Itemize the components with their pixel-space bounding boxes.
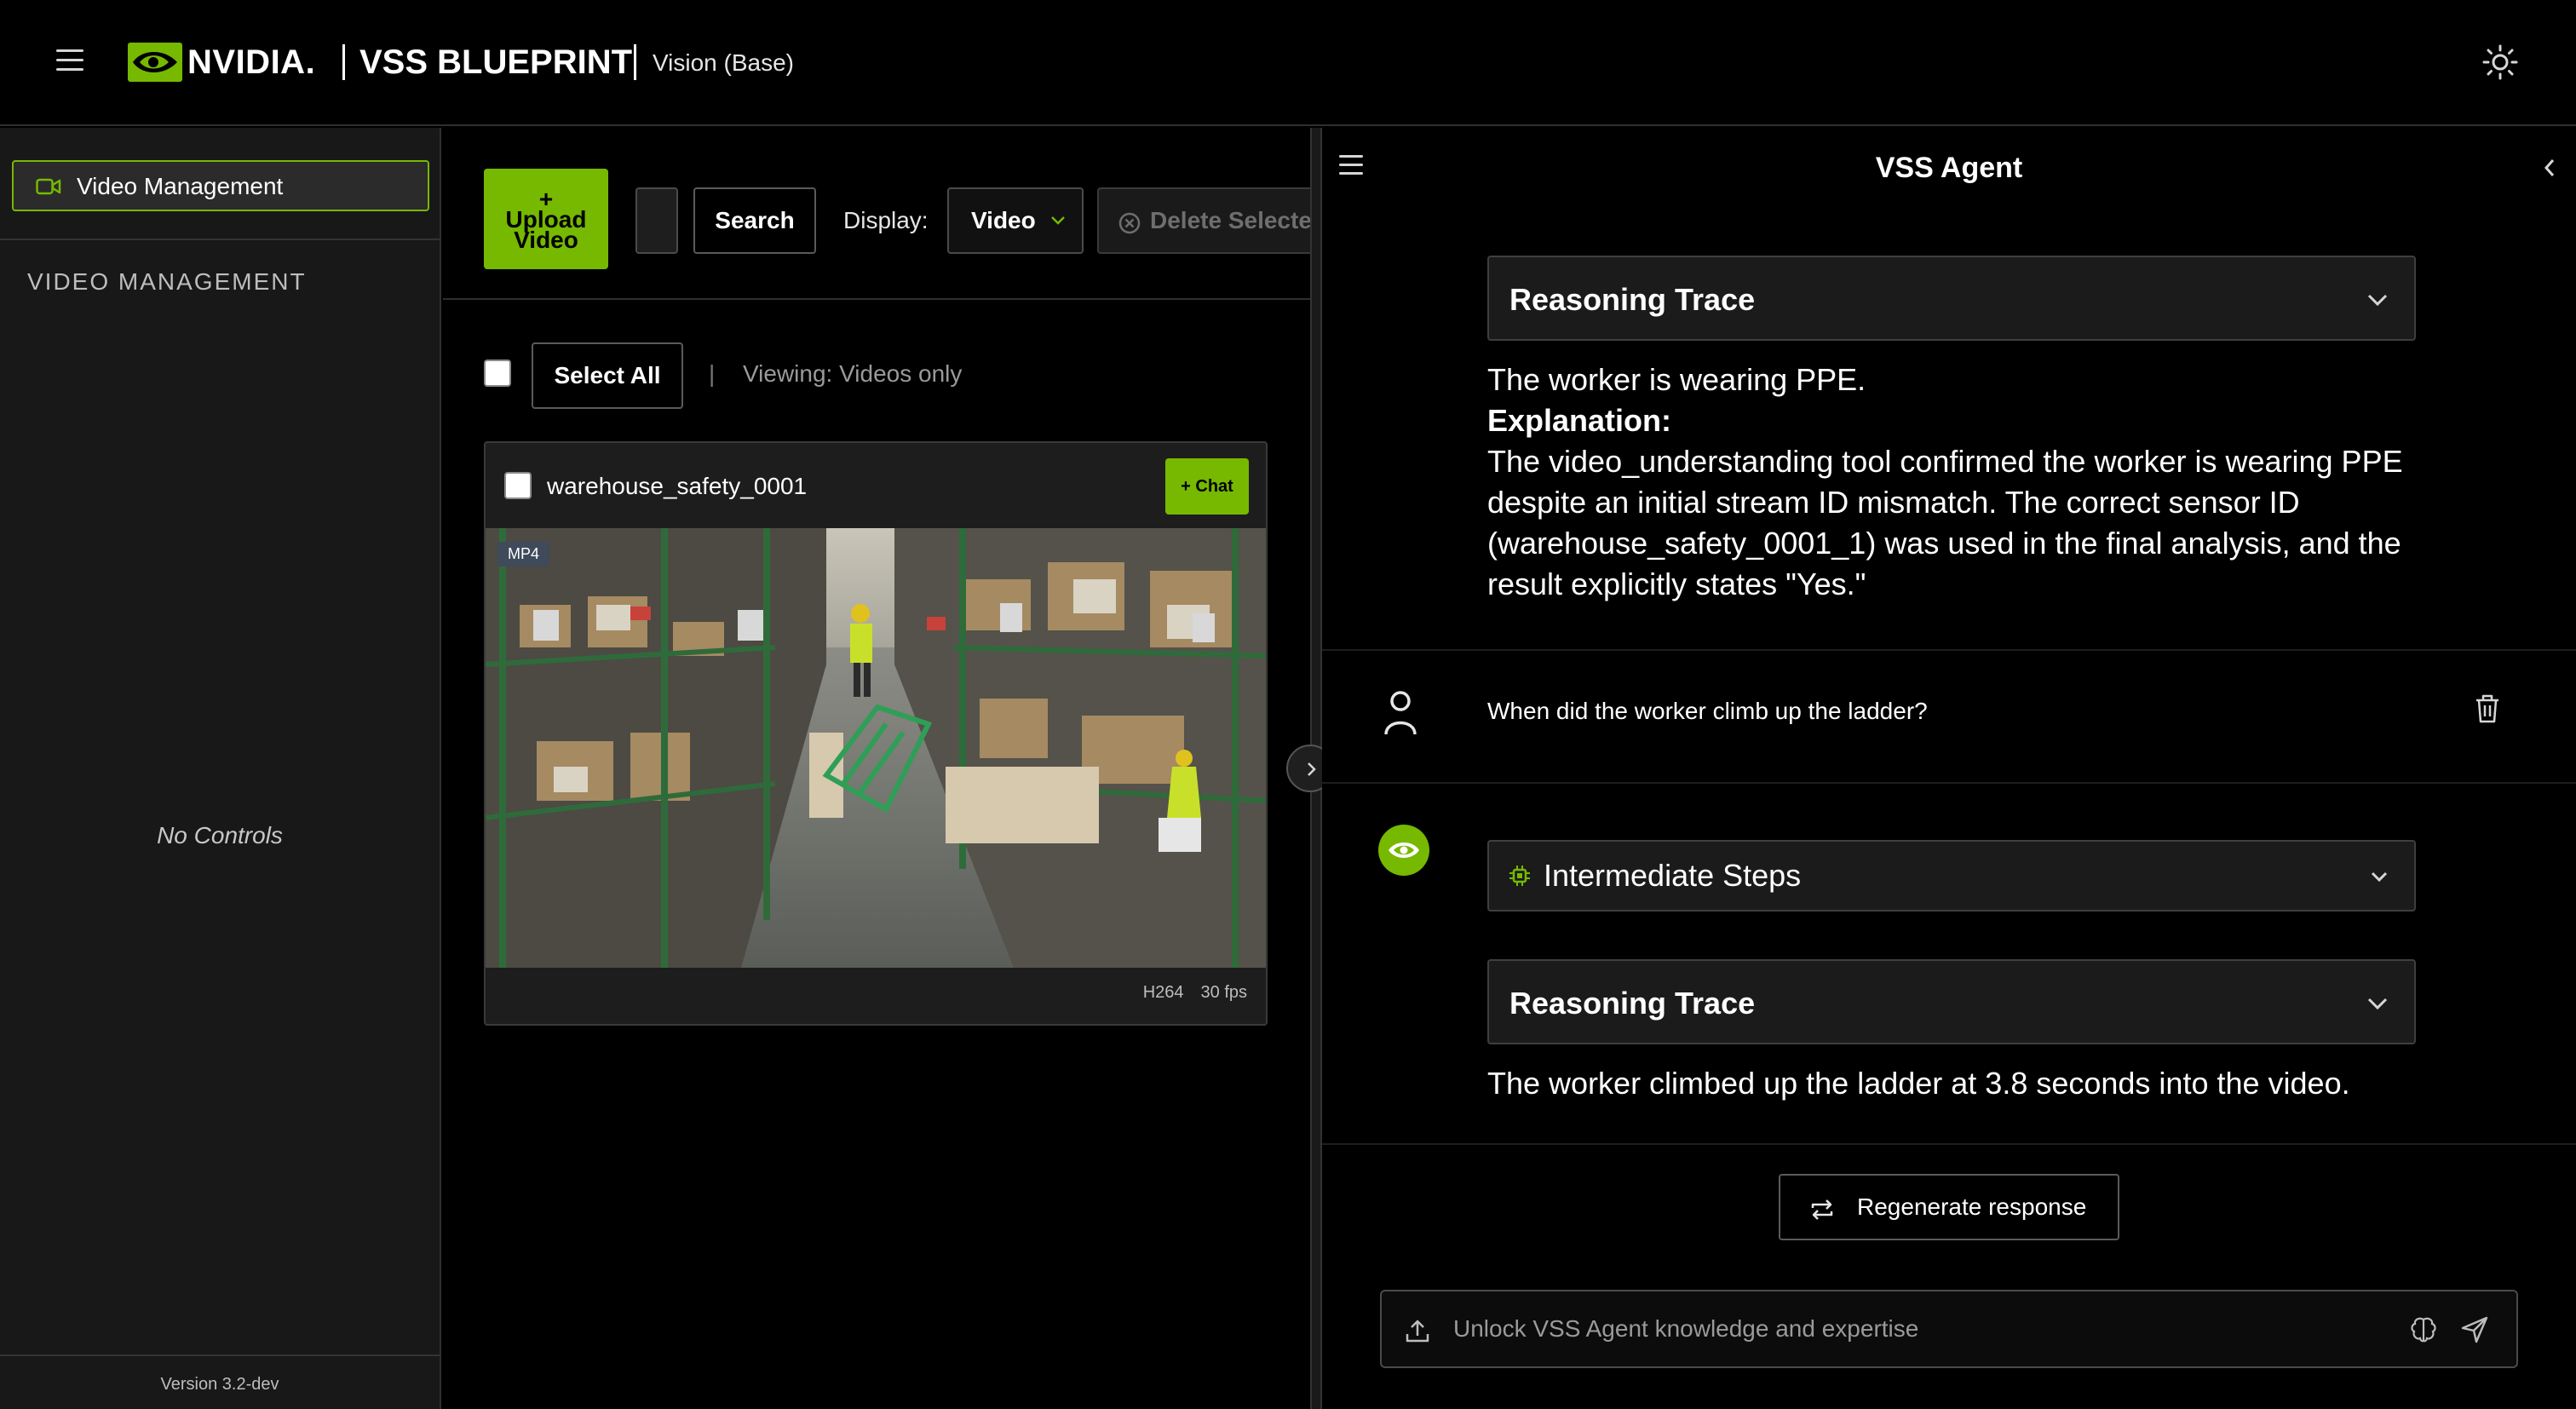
video-management-panel: + Upload Video Search Display: Video Del…	[443, 128, 1310, 1409]
nvidia-eye-icon	[1389, 843, 1419, 858]
chevron-down-icon	[2371, 871, 2388, 883]
hamburger-icon[interactable]	[56, 49, 83, 72]
brand-wordmark: NVIDIA.	[187, 43, 316, 81]
regenerate-response-button[interactable]: Regenerate response	[1779, 1174, 2119, 1240]
upload-label-line2: Video	[514, 227, 578, 253]
upload-video-button[interactable]: + Upload Video	[484, 169, 608, 269]
chevron-down-icon	[2367, 294, 2388, 307]
chevron-right-icon	[1308, 762, 1316, 776]
answer-explanation-body: The video_understanding tool confirmed t…	[1487, 444, 2403, 601]
chat-with-video-button[interactable]: + Chat	[1165, 458, 1249, 515]
chevron-down-icon	[1051, 216, 1065, 225]
send-icon[interactable]	[2460, 1315, 2489, 1344]
intermediate-steps-accordion[interactable]: Intermediate Steps	[1487, 840, 2416, 912]
user-icon	[1384, 691, 1417, 735]
delete-selected-label: Delete Selected	[1150, 207, 1310, 233]
video-card: warehouse_safety_0001 + Chat MP4 H264 30…	[484, 441, 1268, 1026]
select-all-checkbox[interactable]	[484, 359, 511, 387]
intermediate-steps-label: Intermediate Steps	[1544, 858, 1802, 893]
chat-input[interactable]	[1453, 1310, 2373, 1348]
sidebar-section-heading: VIDEO MANAGEMENT	[27, 268, 307, 295]
video-card-checkbox[interactable]	[504, 472, 532, 499]
assistant-avatar	[1378, 825, 1429, 876]
left-sidebar: Video Management VIDEO MANAGEMENT No Con…	[0, 128, 441, 1409]
warehouse-thumbnail-image	[486, 528, 1266, 968]
product-title: VSS BLUEPRINT	[359, 43, 633, 81]
agent-chat-panel: VSS Agent Reasoning Trace The worker is …	[1322, 128, 2576, 1409]
display-select-value: Video	[971, 207, 1036, 233]
delete-selected-button[interactable]: Delete Selected	[1097, 187, 1310, 254]
nvidia-eye-icon	[128, 43, 182, 82]
viewing-filter-text: Viewing: Videos only	[743, 360, 963, 387]
upload-icon[interactable]	[1404, 1317, 1431, 1344]
reasoning-trace-accordion[interactable]: Reasoning Trace	[1487, 959, 2416, 1044]
chip-icon	[1509, 866, 1530, 886]
reasoning-trace-label: Reasoning Trace	[1509, 282, 1756, 317]
video-meta: H264 30 fps	[1126, 983, 1247, 1003]
search-button[interactable]: Search	[693, 187, 816, 254]
x-circle-icon	[1118, 212, 1141, 234]
answer-explanation-heading: Explanation:	[1487, 403, 1672, 438]
video-thumbnail[interactable]: MP4	[486, 528, 1266, 968]
regenerate-response-label: Regenerate response	[1857, 1193, 2087, 1220]
message-divider	[1322, 649, 2576, 651]
nav-video-management[interactable]: Video Management	[12, 160, 429, 211]
answer-summary: The worker is wearing PPE.	[1487, 362, 1866, 397]
chevron-down-icon	[2367, 998, 2388, 1010]
display-label: Display:	[843, 207, 929, 233]
video-format-badge: MP4	[497, 542, 550, 566]
select-all-button[interactable]: Select All	[532, 342, 683, 409]
message-divider	[1322, 1143, 2576, 1145]
search-input[interactable]	[635, 187, 678, 254]
viewing-separator: |	[709, 360, 716, 387]
header-separator	[342, 44, 345, 80]
refresh-icon	[1811, 1199, 1833, 1220]
nav-video-management-label: Video Management	[77, 173, 284, 199]
camera-icon	[36, 178, 61, 195]
sidebar-divider	[0, 239, 440, 240]
version-label: Version 3.2-dev	[160, 1375, 279, 1394]
app-header: NVIDIA. VSS BLUEPRINT Vision (Base)	[0, 0, 2576, 126]
no-controls-text: No Controls	[157, 822, 283, 848]
chat-composer	[1380, 1290, 2518, 1368]
reasoning-trace-label: Reasoning Trace	[1509, 986, 1756, 1021]
toolbar-divider	[443, 298, 1310, 300]
brain-icon[interactable]	[2409, 1315, 2438, 1344]
reasoning-trace-accordion[interactable]: Reasoning Trace	[1487, 256, 2416, 341]
chevron-left-icon[interactable]	[2542, 157, 2557, 179]
video-fps: 30 fps	[1200, 983, 1247, 1002]
chat-title: VSS Agent	[1875, 152, 2023, 184]
video-card-title: warehouse_safety_0001	[547, 473, 808, 499]
user-message: When did the worker climb up the ladder?	[1487, 698, 1928, 724]
assistant-answer: The worker is wearing PPE. Explanation: …	[1487, 359, 2424, 605]
sun-icon[interactable]	[2482, 44, 2518, 80]
video-codec: H264	[1142, 983, 1184, 1002]
product-subtitle: Vision (Base)	[653, 49, 795, 76]
assistant-answer-2: The worker climbed up the ladder at 3.8 …	[1487, 1066, 2350, 1101]
trash-icon[interactable]	[2474, 693, 2501, 724]
message-divider	[1322, 782, 2576, 784]
sidebar-footer-divider	[0, 1354, 440, 1356]
header-separator	[634, 44, 636, 80]
display-select[interactable]: Video	[947, 187, 1084, 254]
